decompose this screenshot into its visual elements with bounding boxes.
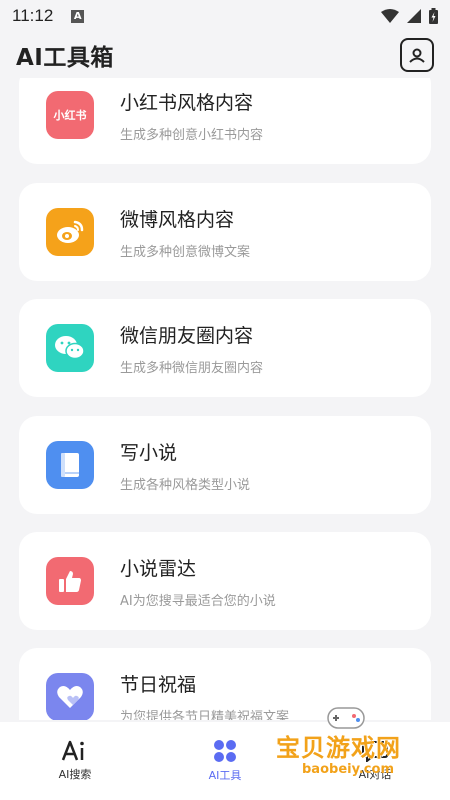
- nav-label: AI搜索: [58, 768, 92, 781]
- xiaohongshu-icon-text: 小红书: [53, 109, 87, 122]
- tool-list[interactable]: 小红书 小红书风格内容 生成多种创意小红书内容 微博风格内容 生成多种创意微博文…: [0, 78, 450, 720]
- wechat-icon: [46, 324, 94, 372]
- tool-title: 写小说: [120, 441, 178, 464]
- nav-label: AI工具: [208, 769, 242, 782]
- nav-item-ai-chat[interactable]: AI对话: [300, 722, 450, 800]
- xiaohongshu-icon: 小红书: [46, 91, 94, 139]
- status-bar: 11:12 A: [0, 0, 450, 32]
- tool-card-wechat[interactable]: 微信朋友圈内容 生成多种微信朋友圈内容: [19, 299, 431, 397]
- heart-icon: [46, 673, 94, 720]
- tool-title: 小说雷达: [120, 557, 197, 580]
- tool-title: 微信朋友圈内容: [120, 324, 254, 347]
- status-time: 11:12: [12, 6, 54, 25]
- wifi-icon: [381, 9, 399, 23]
- contact-card-icon: [409, 48, 425, 63]
- thumbs-up-icon: [46, 557, 94, 605]
- profile-button[interactable]: [400, 38, 434, 72]
- tool-card-xiaohongshu[interactable]: 小红书 小红书风格内容 生成多种创意小红书内容: [19, 78, 431, 164]
- battery-icon: [429, 8, 438, 24]
- ai-tools-icon: [214, 740, 236, 762]
- tool-title: 小红书风格内容: [120, 91, 254, 114]
- tool-card-weibo[interactable]: 微博风格内容 生成多种创意微博文案: [19, 183, 431, 281]
- tool-desc: 生成多种微信朋友圈内容: [120, 360, 264, 376]
- tool-desc: 生成多种创意小红书内容: [120, 127, 264, 143]
- book-icon: [46, 441, 94, 489]
- tool-title: 节日祝福: [120, 673, 197, 696]
- page-title: AI工具箱: [16, 45, 114, 71]
- tool-card-novel[interactable]: 写小说 生成各种风格类型小说: [19, 416, 431, 514]
- tool-card-holiday-wishes[interactable]: 节日祝福 为您提供各节日精美祝福文案: [19, 648, 431, 720]
- tool-desc: 为您提供各节日精美祝福文案: [120, 709, 290, 721]
- nav-item-ai-search[interactable]: AI搜索: [0, 722, 150, 800]
- tool-title: 微博风格内容: [120, 208, 235, 231]
- tool-card-novel-radar[interactable]: 小说雷达 AI为您搜寻最适合您的小说: [19, 532, 431, 630]
- nav-label: AI对话: [358, 768, 392, 781]
- weibo-icon: [46, 208, 94, 256]
- ai-chat-icon: [362, 741, 388, 762]
- nav-item-ai-tools[interactable]: AI工具: [150, 722, 300, 800]
- notification-icon: A: [71, 9, 85, 23]
- tool-desc: 生成多种创意微博文案: [120, 244, 251, 260]
- signal-icon: [407, 9, 421, 23]
- ai-search-icon: [61, 740, 84, 761]
- tool-desc: AI为您搜寻最适合您的小说: [120, 593, 276, 609]
- tool-desc: 生成各种风格类型小说: [120, 477, 251, 493]
- app-header: AI工具箱: [0, 32, 450, 78]
- bottom-nav: AI搜索 AI工具 AI对话: [0, 722, 450, 800]
- status-indicators: [381, 8, 438, 24]
